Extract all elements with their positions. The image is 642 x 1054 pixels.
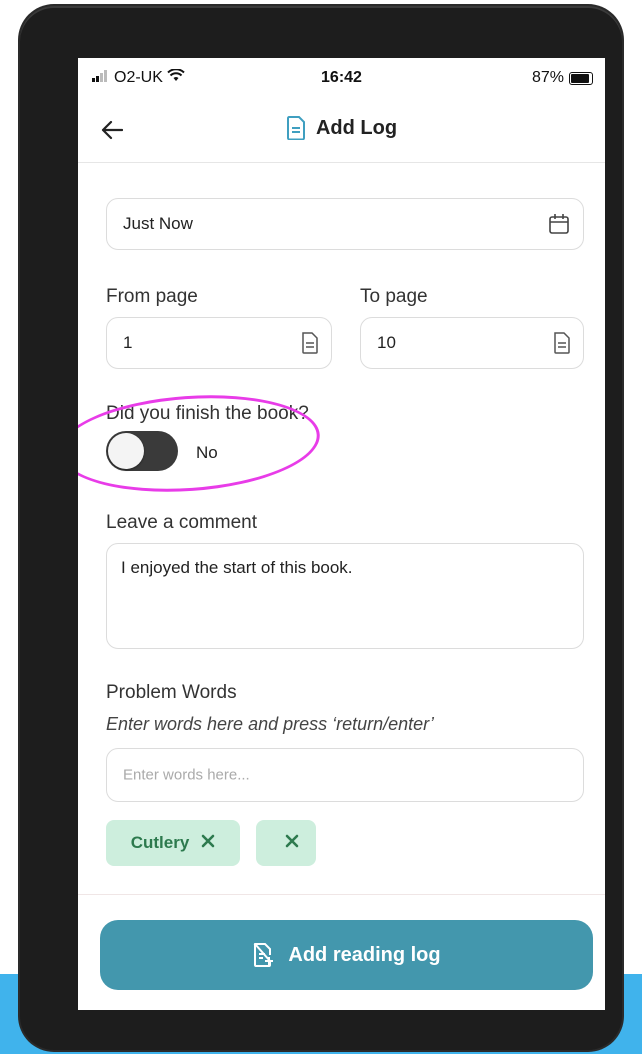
battery-icon [569, 71, 593, 85]
header-title-group: Add Log [78, 116, 605, 140]
close-icon [285, 834, 299, 848]
to-page-label: To page [360, 286, 428, 307]
problem-words-label: Problem Words [106, 682, 237, 703]
comment-text: I enjoyed the start of this book. [121, 558, 353, 577]
from-page-input[interactable]: 1 [106, 317, 332, 369]
date-value: Just Now [123, 214, 193, 233]
problem-words-placeholder: Enter words here... [123, 766, 250, 784]
clock: 16:42 [321, 69, 362, 86]
word-tag-label: Cutlery [130, 833, 190, 852]
problem-words-input[interactable]: Enter words here... [106, 748, 584, 802]
problem-words-hint: Enter words here and press ‘return/enter… [106, 714, 434, 734]
to-page-input[interactable]: 10 [360, 317, 584, 369]
page-icon [301, 332, 319, 354]
word-tag [256, 820, 316, 866]
page-title: Add Log [315, 116, 398, 139]
to-page-value: 10 [377, 333, 396, 352]
nav-header: Add Log [78, 98, 605, 163]
word-tag: Cutlery [106, 820, 240, 866]
phone-frame: O2-UK 16:42 87% Add Log Just Now From pa… [20, 6, 622, 1050]
close-icon [201, 834, 215, 848]
battery: 87% [532, 69, 593, 87]
comment-textarea[interactable]: I enjoyed the start of this book. [106, 543, 584, 649]
status-bar: O2-UK 16:42 87% [78, 58, 605, 98]
footer-divider [78, 894, 605, 895]
app-screen: O2-UK 16:42 87% Add Log Just Now From pa… [78, 58, 605, 1010]
date-field[interactable]: Just Now [106, 198, 584, 250]
from-page-value: 1 [123, 333, 133, 352]
remove-tag-button[interactable] [201, 833, 215, 853]
document-icon [286, 116, 305, 140]
remove-tag-button[interactable] [285, 833, 299, 853]
document-add-icon [254, 943, 274, 967]
page-icon [553, 332, 571, 354]
add-reading-log-label: Add reading log [288, 943, 441, 966]
comment-label: Leave a comment [106, 512, 258, 533]
add-reading-log-button[interactable]: Add reading log [100, 920, 593, 990]
from-page-label: From page [106, 286, 198, 307]
battery-percent: 87% [531, 69, 564, 86]
calendar-icon[interactable] [547, 212, 571, 236]
